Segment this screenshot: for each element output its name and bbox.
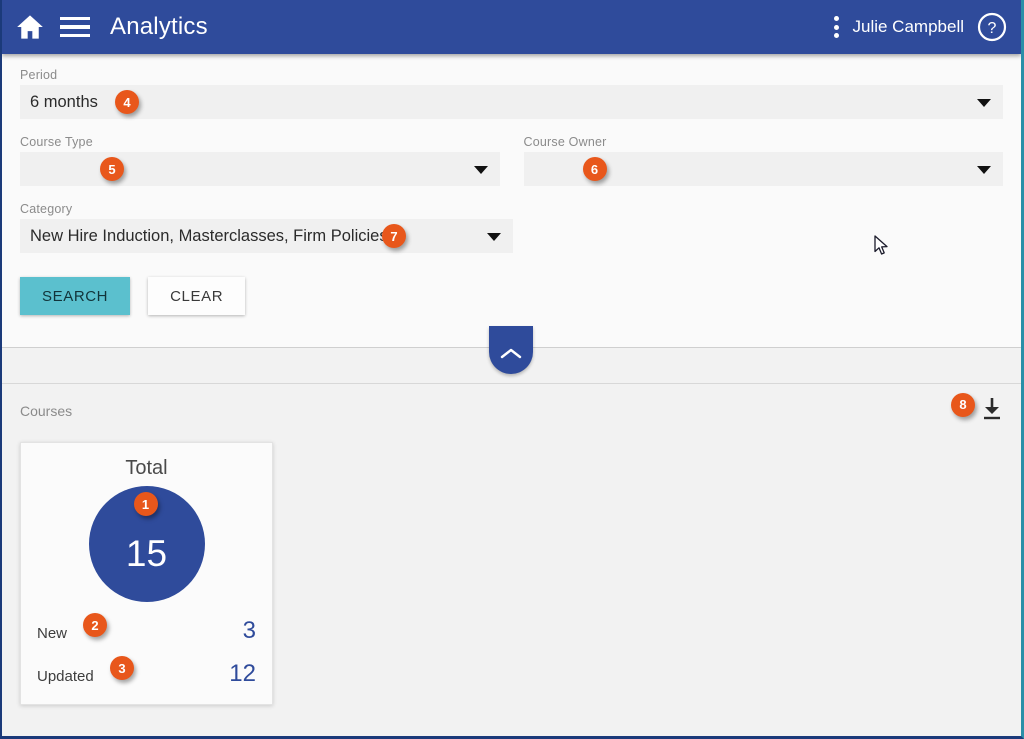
search-button[interactable]: SEARCH (20, 277, 131, 315)
annotation-badge-8: 8 (951, 392, 975, 417)
annotation-badge-1: 1 (133, 492, 158, 516)
stat-label-updated: Updated (37, 668, 94, 685)
download-button[interactable]: 8 (951, 392, 1003, 426)
category-select[interactable]: New Hire Induction, Masterclasses, Firm … (20, 219, 513, 253)
annotation-badge-5: 5 (100, 157, 124, 181)
total-value: 15 (125, 532, 168, 574)
collapse-strip (2, 326, 1021, 384)
annotation-badge-2: 2 (83, 613, 107, 637)
header-right-group: Julie Campbell ? (834, 12, 1008, 42)
collapse-filters-button[interactable] (489, 326, 533, 374)
period-label: Period (20, 68, 58, 82)
card-title: Total (125, 457, 168, 479)
course-owner-label: Course Owner (523, 135, 607, 149)
mouse-pointer-icon (874, 235, 890, 262)
category-field: Category New Hire Induction, Masterclass… (20, 202, 513, 253)
category-label: Category (20, 202, 73, 216)
annotation-badge-7: 7 (382, 224, 406, 248)
clear-button[interactable]: CLEAR (148, 277, 246, 315)
period-value: 6 months (30, 92, 98, 111)
results-title: Courses (20, 403, 73, 419)
course-owner-select[interactable]: 6 (523, 152, 1003, 186)
chevron-down-icon (487, 233, 501, 241)
page-title: Analytics (110, 13, 208, 40)
app-header: Analytics Julie Campbell ? (2, 0, 1021, 54)
stat-value-new: 3 (242, 617, 256, 644)
analytics-page: Analytics Julie Campbell ? Period 6 mont… (0, 0, 1024, 739)
course-type-field: Course Type 5 (20, 135, 500, 186)
total-courses-card: Total 15 1 New 2 3 Updated 3 12 (20, 442, 273, 705)
period-select[interactable]: 6 months 4 (20, 85, 1003, 119)
chevron-down-icon (977, 166, 991, 174)
stat-row-updated: Updated 3 12 (37, 656, 256, 688)
help-circle-icon[interactable]: ? (977, 12, 1007, 42)
chevron-down-icon (473, 166, 488, 174)
hamburger-menu-icon[interactable] (60, 17, 90, 37)
chevron-down-icon (977, 99, 991, 107)
annotation-badge-6: 6 (582, 157, 607, 181)
stat-value-updated: 12 (229, 660, 256, 687)
results-section: Courses 8 Total 15 1 New 2 3 Updated 3 1… (2, 384, 1021, 736)
header-left-group: Analytics (16, 13, 208, 41)
course-type-select[interactable]: 5 (20, 152, 500, 186)
kebab-menu-icon[interactable] (834, 16, 840, 38)
download-icon (984, 397, 1000, 419)
results-header: Courses 8 (20, 392, 1003, 426)
user-name-label[interactable]: Julie Campbell (853, 17, 965, 37)
annotation-badge-4: 4 (115, 90, 139, 114)
chevron-up-icon (500, 348, 522, 359)
period-field: Period 6 months 4 (20, 68, 1003, 119)
course-owner-field: Course Owner 6 (523, 135, 1003, 186)
annotation-badge-3: 3 (110, 656, 134, 680)
stat-label-new: New (37, 625, 68, 642)
filter-panel: Period 6 months 4 Course Type 5 Course O… (2, 54, 1021, 348)
total-circle[interactable]: 15 1 (88, 486, 205, 602)
stat-row-new: New 2 3 (37, 613, 256, 645)
svg-text:?: ? (988, 20, 997, 37)
total-chart: 15 1 (37, 486, 256, 602)
home-icon[interactable] (16, 14, 44, 40)
filter-actions: SEARCH CLEAR (20, 277, 1003, 315)
course-type-label: Course Type (20, 135, 93, 149)
filter-row-2: Course Type 5 Course Owner 6 (20, 135, 1003, 186)
category-value: New Hire Induction, Masterclasses, Firm … (30, 226, 388, 245)
